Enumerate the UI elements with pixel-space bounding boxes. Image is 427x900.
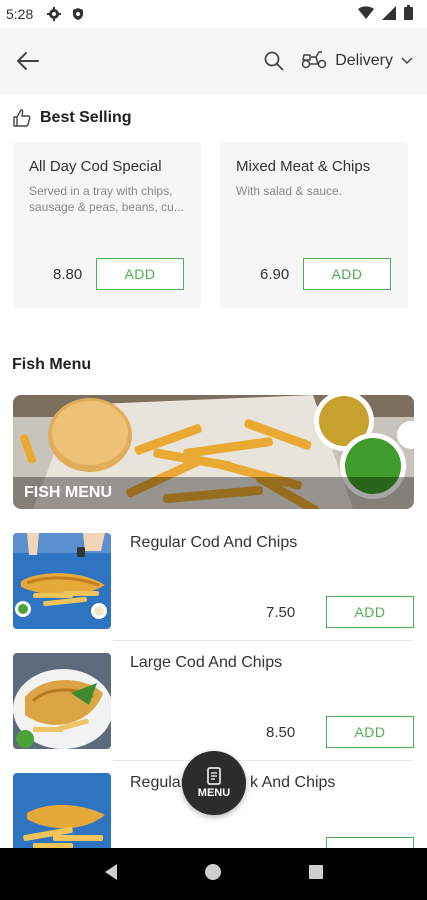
best-selling-title: Best Selling [40, 109, 132, 126]
nav-recents-icon[interactable] [308, 864, 324, 885]
search-button[interactable] [261, 48, 287, 74]
nav-back-icon[interactable] [103, 863, 119, 886]
card-description: With salad & sauce. [236, 184, 343, 198]
card-price: 6.90 [260, 266, 290, 283]
menu-document-icon [207, 767, 221, 785]
card-description: Served in a tray with chips, sausage & p… [29, 184, 184, 214]
status-time: 5:28 [6, 6, 34, 22]
banner-label: FISH MENU [13, 477, 414, 509]
nav-home-icon[interactable] [204, 863, 222, 886]
add-button[interactable]: ADD [326, 716, 414, 748]
system-nav-bar [0, 848, 427, 900]
add-button[interactable]: ADD [96, 258, 184, 290]
item-price: 8.50 [266, 724, 296, 741]
status-bar: 5:28 [0, 0, 427, 28]
gear-icon [47, 7, 62, 21]
app-bar: Delivery [0, 28, 427, 94]
card-price: 8.80 [53, 266, 83, 283]
thumbs-up-icon [12, 108, 32, 128]
best-selling-card[interactable]: All Day Cod Special Served in a tray wit… [13, 142, 201, 308]
item-price: 7.50 [266, 604, 296, 621]
item-image [13, 533, 111, 629]
add-button[interactable]: ADD [303, 258, 391, 290]
menu-fab-label: MENU [197, 787, 231, 799]
chevron-down-icon [401, 52, 413, 70]
back-button[interactable] [14, 47, 42, 75]
add-button[interactable]: ADD [326, 596, 414, 628]
item-name: Large Cod And Chips [130, 654, 283, 671]
fish-menu-heading: Fish Menu [12, 356, 92, 373]
menu-item[interactable]: Large Cod And Chips 8.50 ADD [0, 640, 427, 760]
card-title: Mixed Meat & Chips [236, 158, 371, 175]
best-selling-heading: Best Selling [12, 108, 132, 128]
item-image [13, 653, 111, 749]
fish-menu-banner[interactable]: FISH MENU [13, 395, 414, 509]
delivery-selector[interactable]: Delivery [301, 49, 413, 74]
search-icon [264, 51, 284, 71]
arrow-left-icon [17, 52, 39, 70]
battery-icon [404, 5, 413, 23]
menu-item[interactable]: Regular Cod And Chips 7.50 ADD [0, 520, 427, 640]
wifi-icon [358, 5, 374, 23]
shield-icon [71, 7, 85, 21]
card-title: All Day Cod Special [29, 158, 162, 175]
signal-icon [382, 5, 396, 23]
delivery-label: Delivery [335, 52, 393, 69]
best-selling-card[interactable]: Mixed Meat & Chips With salad & sauce. 6… [220, 142, 408, 308]
item-name: Regular Cod And Chips [130, 534, 298, 551]
menu-fab-button[interactable]: MENU [182, 751, 246, 815]
delivery-scooter-icon [301, 49, 327, 74]
